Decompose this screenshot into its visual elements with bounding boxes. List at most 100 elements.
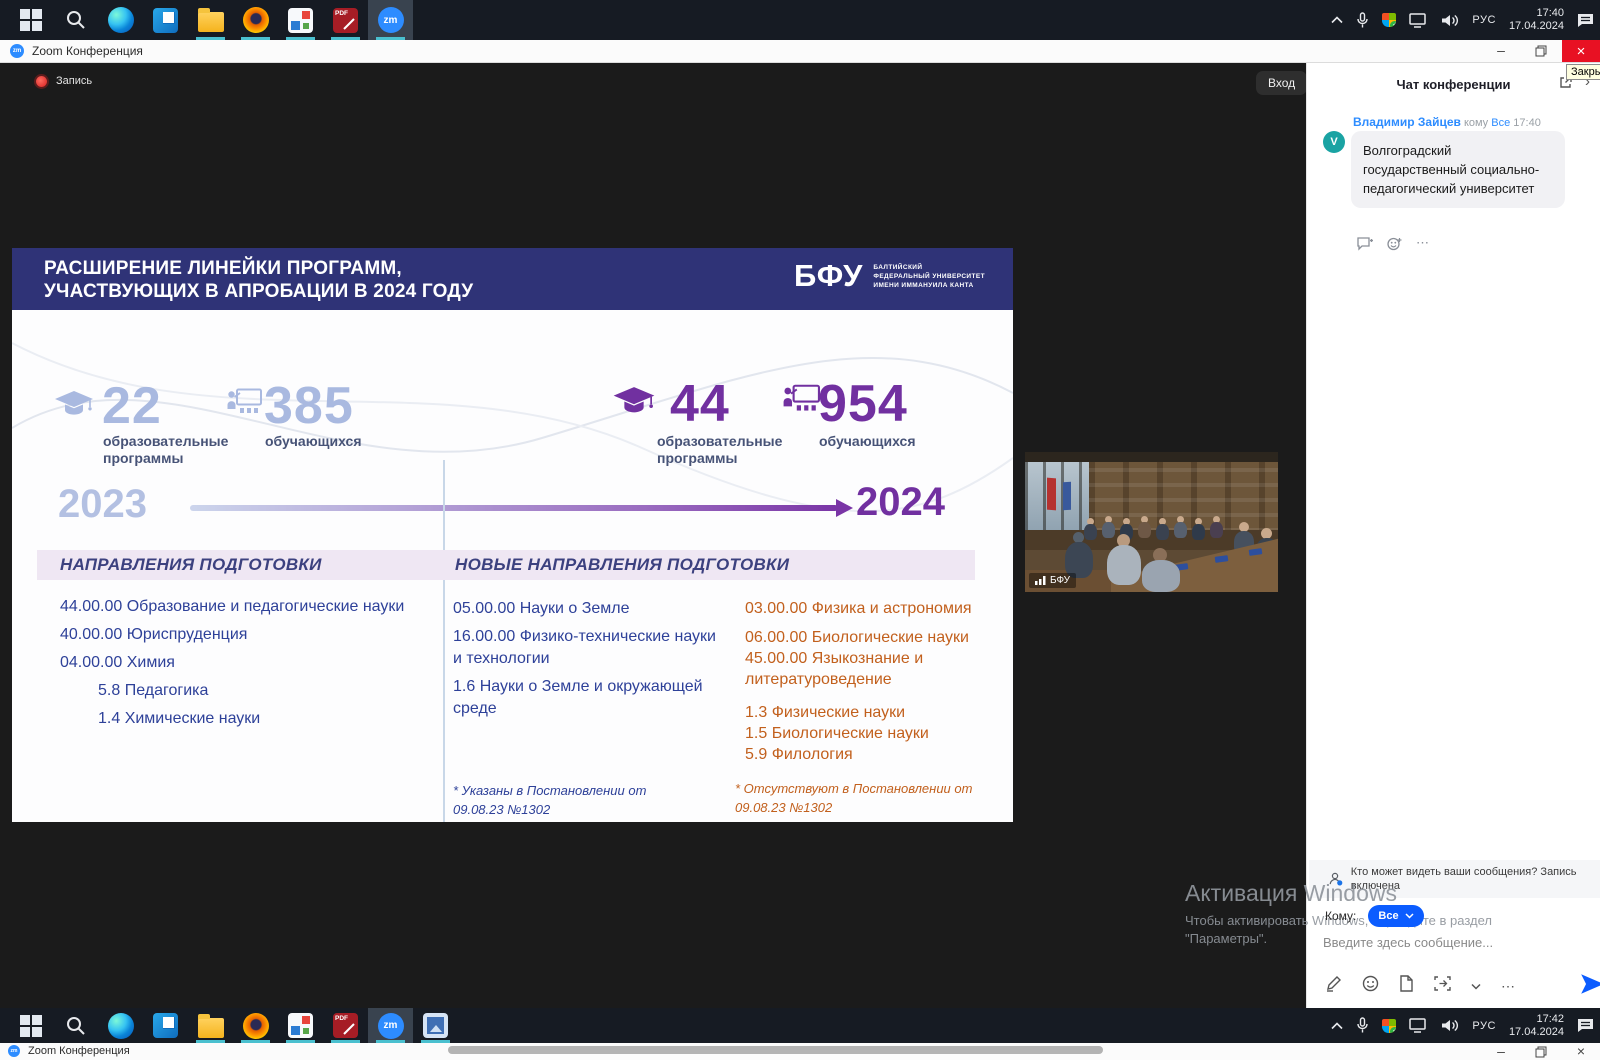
speaker-icon[interactable] [1441,13,1459,28]
clock[interactable]: 17:42 17.04.2024 [1509,1013,1564,1039]
taskbar-firefox-button[interactable] [233,1008,278,1043]
university-logo: БФУ БАЛТИЙСКИЙ ФЕДЕРАЛЬНЫЙ УНИВЕРСИТЕТ И… [794,258,985,294]
zoom-window-titlebar: zm Zoom Конференция – × [0,40,1600,63]
teacher-icon [226,388,262,418]
recipient-dropdown[interactable]: Все [1368,905,1423,927]
taskbar-bottom: PDF zm ✓ РУС 17:42 17.04.2024 [0,1008,1600,1043]
photos-app-icon [423,1013,448,1038]
microphone-icon[interactable] [1356,1017,1369,1034]
search-button[interactable] [53,1008,98,1043]
tray-chevron-icon[interactable] [1331,1022,1343,1030]
taskbar-photos-button[interactable] [413,1008,458,1043]
taskbar-outlook-button[interactable] [143,0,188,40]
minimize-button[interactable]: – [1494,42,1508,58]
toolbar-chevron-icon[interactable] [1471,977,1481,995]
emoji-reaction-icon[interactable] [1387,237,1402,256]
message-meta: Владимир Зайцев кому Все 17:40 [1353,115,1541,129]
close-button[interactable]: × [1574,1043,1588,1059]
zoom-app-icon: zm [378,7,404,33]
screen: PDF zm ✓ РУС 17:40 17.04.2024 zm Zoom Ко… [0,0,1600,1060]
to-label: Кому: [1325,909,1356,923]
direction-item: 5.9 Филология [745,744,993,765]
person-privacy-icon [1329,871,1343,887]
start-button[interactable] [8,0,53,40]
tray-chevron-icon[interactable] [1331,16,1343,24]
taskbar-zoom-button[interactable]: zm [368,1008,413,1043]
pdf-app-icon: PDF [333,1013,358,1038]
taskbar-document-app-button[interactable] [278,1008,323,1043]
clock-date: 17.04.2024 [1509,20,1564,32]
screenshot-icon[interactable] [1434,976,1451,996]
document-app-icon [288,8,313,33]
direction-item: 1.3 Физические науки [745,702,993,723]
attach-file-icon[interactable] [1399,975,1414,997]
message-time: 17:40 [1513,117,1541,129]
col-left-header: НАПРАВЛЕНИЯ ПОДГОТОВКИ [60,555,322,575]
stat-students-2024: 954 [818,374,908,434]
footnote-listed: * Указаны в Постановлении от 09.08.23 №1… [453,781,688,819]
column-divider [443,460,445,822]
slide-header-band: РАСШИРЕНИЕ ЛИНЕЙКИ ПРОГРАММ, УЧАСТВУЮЩИХ… [12,248,1013,310]
chat-message-input[interactable] [1323,935,1584,950]
taskbar-zoom-button[interactable]: zm [368,0,413,40]
horizontal-scrollbar[interactable] [448,1046,1103,1054]
slide-title-line2: УЧАСТВУЮЩИХ В АПРОБАЦИИ В 2024 ГОДУ [44,280,473,303]
chat-title: Чат конференции [1307,77,1600,92]
microphone-icon[interactable] [1356,12,1369,29]
taskbar-pdf-button[interactable]: PDF [323,0,368,40]
message-author[interactable]: Владимир Зайцев [1353,115,1461,129]
teacher-icon [782,384,820,416]
taskbar-outlook-button[interactable] [143,1008,188,1043]
action-center-icon[interactable] [1577,13,1594,28]
taskbar-explorer-button[interactable] [188,0,233,40]
visibility-notice-text: Кто может видеть ваши сообщения? Запись … [1351,865,1590,893]
taskbar-firefox-button[interactable] [233,0,278,40]
search-button[interactable] [53,0,98,40]
taskbar-pdf-button[interactable]: PDF [323,1008,368,1043]
signin-button[interactable]: Вход [1256,71,1307,95]
network-display-icon[interactable] [1409,1018,1428,1033]
maximize-button[interactable] [1534,44,1548,60]
emoji-icon[interactable] [1362,975,1379,997]
participant-video-thumbnail[interactable]: БФУ [1025,452,1278,592]
taskbar-explorer-button[interactable] [188,1008,233,1043]
message-recipient[interactable]: Все [1491,117,1510,129]
meeting-stage: Запись Вход РАСШИРЕНИЕ ЛИНЕЙКИ ПРОГРАММ,… [0,63,1306,1008]
security-shield-icon[interactable]: ✓ [1382,13,1396,27]
start-button[interactable] [8,1008,53,1043]
stat-programs-2024-label: образовательные программы [657,433,785,467]
recipient-row: Кому: Все [1325,905,1424,927]
security-shield-icon[interactable]: ✓ [1382,1019,1396,1033]
window-title: Zoom Конференция [32,44,143,58]
visibility-notice: Кто может видеть ваши сообщения? Запись … [1309,860,1600,898]
minimize-button[interactable]: – [1494,1043,1508,1059]
zoom-window-icon: zm [8,1045,20,1057]
recording-indicator: Запись [36,75,92,87]
action-center-icon[interactable] [1577,1018,1594,1033]
clock[interactable]: 17:40 17.04.2024 [1509,7,1564,33]
toolbar-more-icon[interactable]: ⋯ [1501,978,1515,995]
taskbar-edge-button[interactable] [98,1008,143,1043]
close-button[interactable]: × [1562,40,1600,62]
speaker-icon[interactable] [1441,1018,1459,1033]
direction-item: 44.00.00 Образование и педагогические на… [60,598,440,615]
flag [1047,478,1056,511]
send-message-icon[interactable] [1579,971,1600,1002]
clock-date: 17.04.2024 [1509,1026,1564,1038]
language-indicator[interactable]: РУС [1472,1020,1496,1032]
reply-icon[interactable] [1357,237,1373,256]
more-actions-icon[interactable]: ⋯ [1416,237,1429,256]
taskbar-document-app-button[interactable] [278,0,323,40]
chevron-down-icon [1405,913,1414,919]
format-text-icon[interactable] [1325,975,1342,997]
taskbar-edge-button[interactable] [98,0,143,40]
edge-icon [108,7,134,33]
maximize-button[interactable] [1534,1045,1548,1060]
graduation-cap-icon [54,390,94,418]
network-display-icon[interactable] [1409,13,1428,28]
avatar[interactable]: V [1323,131,1345,153]
language-indicator[interactable]: РУС [1472,14,1496,26]
direction-item: 5.8 Педагогика [60,682,440,699]
record-dot-icon [36,76,47,87]
direction-item: 03.00.00 Физика и астрономия [745,598,993,619]
